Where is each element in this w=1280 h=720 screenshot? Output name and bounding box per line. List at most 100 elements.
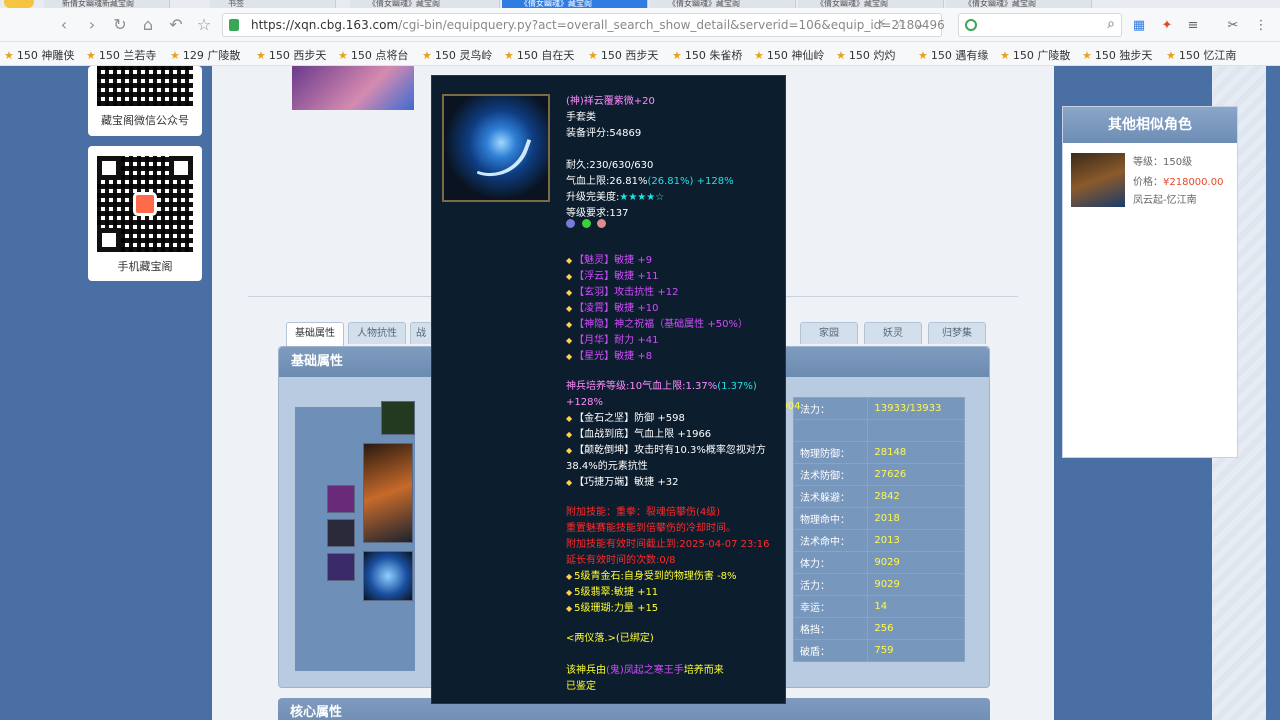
equip-slot-bracelet[interactable] xyxy=(327,519,355,547)
table-row: 法术命中： 2013 xyxy=(792,529,965,552)
table-row xyxy=(792,419,965,442)
stat-value: 14 xyxy=(867,595,965,618)
forward-icon[interactable]: › xyxy=(82,15,102,35)
browser-tab[interactable]: 《倩女幽魂》藏宝阁 xyxy=(798,0,944,8)
address-bar[interactable]: https://xqn.cbg.163.com/cgi-bin/equipque… xyxy=(222,13,945,37)
bookmark-item[interactable]: ★ 129 广陵散 xyxy=(170,47,240,63)
bookmark-item[interactable]: ★ 150 自在天 xyxy=(504,47,574,63)
game-controller-icon[interactable]: ✦ xyxy=(1160,19,1174,33)
bookmark-item[interactable]: ★ 150 灼灼 xyxy=(836,47,895,63)
item-attr: ◆ 【神隐】神之祝福（基础属性 +50%） xyxy=(566,319,748,330)
diamond-icon: ◆ xyxy=(566,320,573,329)
bookmark-item[interactable]: ★ 150 神雕侠 xyxy=(4,47,74,63)
bookmark-item[interactable]: ★ 150 点将台 xyxy=(338,47,408,63)
home-icon[interactable]: ⌂ xyxy=(138,15,158,35)
item-score: 装备评分:54869 xyxy=(566,128,642,139)
diamond-icon: ◆ xyxy=(566,336,573,345)
cultivate-line: 神兵培养等级:10气血上限:1.37%(1.37%) xyxy=(566,381,757,392)
equip-slot-weapon[interactable] xyxy=(363,443,413,543)
table-row: 活力： 9029 xyxy=(792,573,965,596)
tab-combat[interactable]: 战 xyxy=(410,322,432,344)
stat-label: 幸运： xyxy=(792,595,869,618)
equip-slot-ring[interactable] xyxy=(327,485,355,513)
browser-tab[interactable]: 《倩女幽魂》藏宝阁 xyxy=(946,0,1092,8)
equip-slot-belt[interactable] xyxy=(327,553,355,581)
bookmark-icon: ★ xyxy=(1000,49,1010,62)
item-attr: ◆ 【凌霄】敏捷 +10 xyxy=(566,303,659,314)
tab-guimengji[interactable]: 归梦集 xyxy=(928,322,986,344)
bookmark-item[interactable]: ★ 150 西步天 xyxy=(256,47,326,63)
table-row: 幸运： 14 xyxy=(792,595,965,618)
role-server[interactable]: 凤云起-忆江南 xyxy=(1133,191,1197,206)
similar-roles-title: 其他相似角色 xyxy=(1063,107,1237,143)
skill-line: 附加技能有效时间截止到:2025-04-07 23:16 xyxy=(566,539,770,550)
bonus-attr: ◆ 【血战到底】气血上限 +1966 xyxy=(566,429,712,440)
stat-value: 2013 xyxy=(867,529,965,552)
tab-yaoling[interactable]: 妖灵 xyxy=(864,322,922,344)
search-icon[interactable]: ⌕ xyxy=(1107,16,1115,32)
item-attr: ◆ 【月华】耐力 +41 xyxy=(566,335,659,346)
mobile-qr-card: 手机藏宝阁 xyxy=(88,146,202,281)
address-bar-actions[interactable]: ⚡☆⌄ xyxy=(877,17,933,32)
role-level: 等级：150级 xyxy=(1133,157,1193,168)
bookmark-item[interactable]: ★ 150 遇有缘 xyxy=(918,47,988,63)
undo-icon[interactable]: ↶ xyxy=(166,15,186,35)
bookmark-star-icon[interactable]: ☆ xyxy=(194,15,214,35)
bookmark-item[interactable]: ★ 150 兰若寺 xyxy=(86,47,156,63)
bookmark-icon: ★ xyxy=(256,49,266,62)
bookmark-icon: ★ xyxy=(86,49,96,62)
bookmark-item[interactable]: ★ 150 广陵散 xyxy=(1000,47,1070,63)
diamond-icon: ◆ xyxy=(566,272,573,281)
equip-slot-gloves[interactable] xyxy=(363,551,413,601)
reload-icon[interactable]: ↻ xyxy=(110,15,130,35)
apps-grid-icon[interactable]: ▦ xyxy=(1132,19,1146,33)
role-price: 价格：¥218000.00 xyxy=(1133,177,1224,188)
stat-value: 256 xyxy=(867,617,965,640)
bookmark-item[interactable]: ★ 150 灵鸟岭 xyxy=(422,47,492,63)
scissors-icon[interactable]: ✂ xyxy=(1226,19,1240,33)
browser-tab-active[interactable]: 《倩女幽魂》藏宝阁 xyxy=(502,0,648,8)
browser-tab[interactable]: 新倩女幽魂新藏宝阁 xyxy=(44,0,170,8)
diamond-icon: ◆ xyxy=(566,588,573,597)
tab-basic-attributes[interactable]: 基础属性 xyxy=(286,322,344,346)
browser-tab[interactable]: 书签 xyxy=(210,0,336,8)
bookmark-icon: ★ xyxy=(1082,49,1092,62)
diamond-icon: ◆ xyxy=(566,604,573,613)
tab-home[interactable]: 家园 xyxy=(800,322,858,344)
tab-resistance[interactable]: 人物抗性 xyxy=(348,322,406,344)
wechat-qr-caption: 藏宝阁微信公众号 xyxy=(101,114,189,127)
bookmark-item[interactable]: ★ 150 忆江南 xyxy=(1166,47,1236,63)
stat-value: 9029 xyxy=(867,573,965,596)
secure-lock-icon xyxy=(229,19,239,31)
search-input[interactable]: ⌕ xyxy=(958,13,1122,37)
gem-line: ◆ 5级青金石:自身受到的物理伤害 -8% xyxy=(566,571,737,582)
diamond-icon: ◆ xyxy=(566,446,573,455)
user-avatar-icon[interactable] xyxy=(4,0,34,8)
item-hp: 气血上限:26.81%(26.81%) +128% xyxy=(566,176,734,187)
role-avatar[interactable] xyxy=(1071,153,1125,207)
diamond-icon: ◆ xyxy=(566,288,573,297)
diamond-icon: ◆ xyxy=(566,572,573,581)
bookmark-item[interactable]: ★ 150 西步天 xyxy=(588,47,658,63)
wechat-qr-code-icon xyxy=(97,66,193,106)
bookmark-icon: ★ xyxy=(1166,49,1176,62)
gem-line: ◆ 5级珊瑚:力量 +15 xyxy=(566,603,659,614)
stat-label xyxy=(792,419,869,442)
table-row: 物理命中： 2018 xyxy=(792,507,965,530)
browser-tab[interactable]: 《倩女幽魂》藏宝阁 xyxy=(350,0,500,8)
bookmark-item[interactable]: ★ 150 神仙岭 xyxy=(754,47,824,63)
more-icon[interactable]: ⋮ xyxy=(1254,19,1268,33)
stat-value: 759 xyxy=(867,639,965,662)
back-icon[interactable]: ‹ xyxy=(54,15,74,35)
bookmark-item[interactable]: ★ 150 朱雀桥 xyxy=(672,47,742,63)
equip-slot-amulet[interactable] xyxy=(381,401,415,435)
gloves-item-icon xyxy=(442,94,550,202)
table-row: 法术防御： 27626 xyxy=(792,463,965,486)
menu-icon[interactable]: ≡ xyxy=(1186,19,1200,33)
bookmark-item[interactable]: ★ 150 独步天 xyxy=(1082,47,1152,63)
stat-value: 28148 xyxy=(867,441,965,464)
equipment-area xyxy=(295,401,415,671)
browser-tab[interactable]: 《倩女幽魂》藏宝阁 xyxy=(650,0,796,8)
mobile-qr-caption: 手机藏宝阁 xyxy=(117,260,173,273)
bookmark-icon: ★ xyxy=(4,49,14,62)
